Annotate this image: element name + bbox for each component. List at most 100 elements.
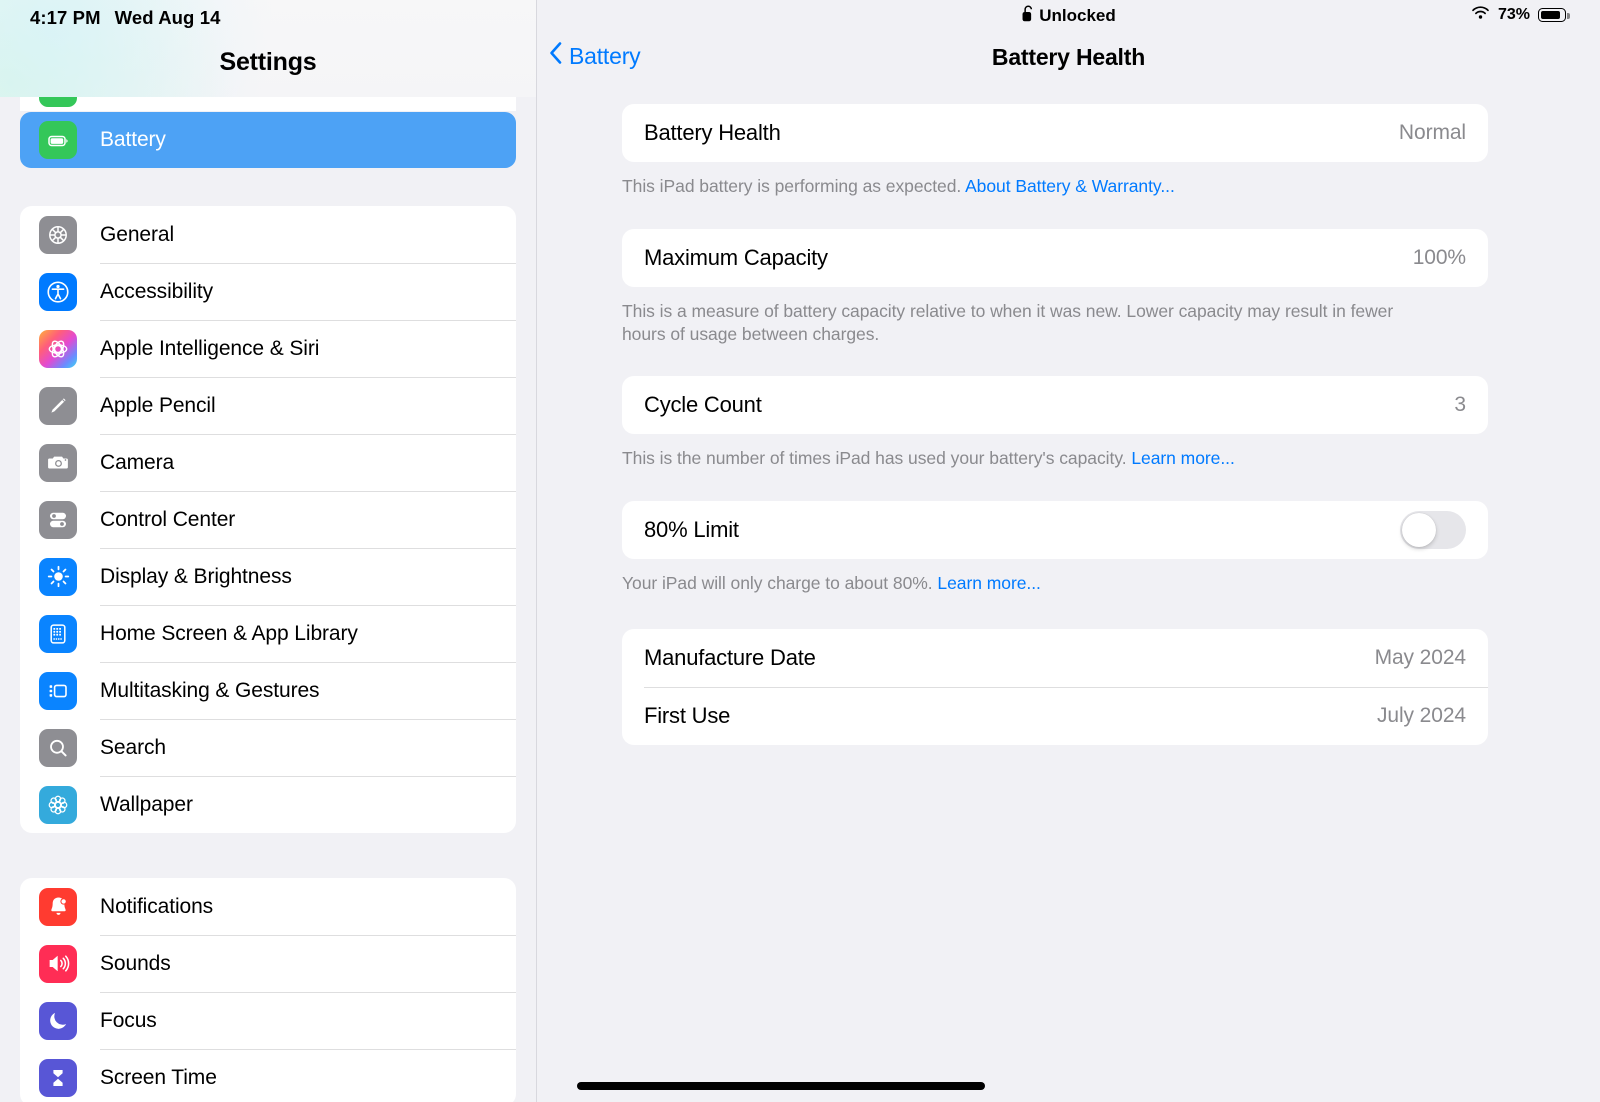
row-label: Cycle Count xyxy=(644,391,762,417)
row-label: 80% Limit xyxy=(644,516,739,542)
status-time: 4:17 PM xyxy=(30,7,101,28)
nav-title: Battery Health xyxy=(991,44,1146,70)
sidebar-item-label: Battery xyxy=(100,128,166,151)
row-manufacture-date[interactable]: Manufacture Date May 2024 xyxy=(622,629,1488,687)
sidebar-item-label: Apple Intelligence & Siri xyxy=(100,336,320,360)
row-value: May 2024 xyxy=(1374,646,1467,670)
sidebar-item-apple-pencil[interactable]: Apple Pencil xyxy=(20,377,516,434)
sidebar-group-system: General Accessibility Apple Intelligence… xyxy=(20,206,516,833)
sidebar-item-label: Search xyxy=(100,735,166,759)
sidebar-item-label: Sounds xyxy=(100,951,171,975)
status-bar-right: Unlocked 73% xyxy=(537,0,1600,32)
eighty-percent-limit-toggle[interactable] xyxy=(1400,510,1466,549)
row-label: Manufacture Date xyxy=(644,645,816,671)
sidebar-item-focus[interactable]: Focus xyxy=(20,992,516,1049)
wifi-icon xyxy=(1471,5,1490,25)
sidebar-item-apple-intelligence-siri[interactable]: Apple Intelligence & Siri xyxy=(20,320,516,377)
sidebar-item-battery[interactable]: Battery xyxy=(20,112,516,168)
about-battery-warranty-link[interactable]: About Battery & Warranty... xyxy=(965,176,1175,196)
row-value: Normal xyxy=(1398,121,1466,144)
sidebar-item-sounds[interactable]: Sounds xyxy=(20,935,516,992)
sidebar-item-label: Multitasking & Gestures xyxy=(100,678,320,702)
footnote-cycle-count: This is the number of times iPad has use… xyxy=(622,447,1422,471)
sidebar-item-label: Camera xyxy=(100,450,175,474)
sidebar-header: 4:17 PM Wed Aug 14 Settings xyxy=(0,0,536,97)
footnote-battery-health: This iPad battery is performing as expec… xyxy=(622,175,1422,199)
status-bar-left: 4:17 PM Wed Aug 14 xyxy=(30,7,220,29)
brightness-icon xyxy=(39,557,77,596)
speaker-icon xyxy=(39,944,77,983)
sidebar-item-screen-time[interactable]: Screen Time xyxy=(20,1049,516,1102)
learn-more-link-cycle-count[interactable]: Learn more... xyxy=(1131,448,1234,468)
sidebar-scroll-area[interactable]: Battery General Accessibility Apple Inte… xyxy=(0,97,536,1102)
row-maximum-capacity[interactable]: Maximum Capacity 100% xyxy=(622,229,1488,287)
sidebar-item-control-center[interactable]: Control Center xyxy=(20,491,516,548)
battery-icon xyxy=(39,121,77,159)
sidebar-item-partial-above[interactable] xyxy=(20,97,516,111)
moon-icon xyxy=(39,1001,77,1040)
row-label: Maximum Capacity xyxy=(644,244,828,270)
sidebar-item-label: Wallpaper xyxy=(100,792,193,816)
sidebar-item-display-brightness[interactable]: Display & Brightness xyxy=(20,548,516,605)
toggle-knob xyxy=(1402,512,1436,547)
footnote-text: This is a measure of battery capacity re… xyxy=(622,300,1394,345)
apple-intelligence-icon xyxy=(39,329,77,368)
sidebar-item-general[interactable]: General xyxy=(20,206,516,263)
row-label: Battery Health xyxy=(644,120,781,145)
sidebar-item-label: Home Screen & App Library xyxy=(100,621,358,645)
camera-icon xyxy=(39,443,77,482)
wallpaper-icon xyxy=(39,785,77,824)
sidebar-item-camera[interactable]: Camera xyxy=(20,434,516,491)
card-battery-health: Battery Health Normal xyxy=(622,104,1488,162)
sidebar-item-label: Display & Brightness xyxy=(100,564,292,588)
row-value: 3 xyxy=(1454,392,1466,416)
lock-status-label: Unlocked xyxy=(1039,6,1116,25)
home-screen-icon xyxy=(39,614,77,653)
row-cycle-count[interactable]: Cycle Count 3 xyxy=(622,376,1488,434)
row-first-use[interactable]: First Use July 2024 xyxy=(622,687,1488,745)
battery-health-pane: Unlocked 73% Battery Battery Health Batt… xyxy=(537,0,1600,1102)
row-battery-health[interactable]: Battery Health Normal xyxy=(622,104,1488,162)
accessibility-icon xyxy=(39,272,77,311)
battery-green-icon-partial xyxy=(39,97,77,107)
sidebar-item-multitasking-gestures[interactable]: Multitasking & Gestures xyxy=(20,662,516,719)
status-bar-indicators: 73% xyxy=(1471,5,1570,25)
ipad-settings-screen: 4:17 PM Wed Aug 14 Settings Battery Gene… xyxy=(0,0,1600,1102)
search-icon xyxy=(39,728,77,767)
footnote-text: This is the number of times iPad has use… xyxy=(622,447,1132,468)
lock-status: Unlocked xyxy=(1021,5,1116,27)
battery-status-icon xyxy=(1538,8,1570,22)
sidebar-item-home-screen-app-library[interactable]: Home Screen & App Library xyxy=(20,605,516,662)
settings-list: Battery Health Normal This iPad battery … xyxy=(537,104,1600,1102)
sidebar-item-label: Focus xyxy=(100,1008,157,1032)
sidebar-item-accessibility[interactable]: Accessibility xyxy=(20,263,516,320)
unlocked-padlock-icon xyxy=(1021,5,1034,27)
learn-more-link-eighty-limit[interactable]: Learn more... xyxy=(937,573,1040,593)
sidebar-item-label: Notifications xyxy=(100,894,214,918)
status-date: Wed Aug 14 xyxy=(114,7,221,28)
navigation-bar: Battery Battery Health xyxy=(537,38,1600,90)
footnote-text: This iPad battery is performing as expec… xyxy=(622,176,966,196)
pencil-icon xyxy=(39,386,77,425)
multitasking-icon xyxy=(39,671,77,710)
gear-icon xyxy=(39,215,77,254)
footnote-text: Your iPad will only charge to about 80%. xyxy=(622,572,938,593)
row-value: 100% xyxy=(1412,245,1466,269)
row-value: July 2024 xyxy=(1377,704,1466,728)
battery-percent-label: 73% xyxy=(1497,6,1530,23)
sidebar-item-notifications[interactable]: Notifications xyxy=(20,878,516,935)
battery-fill xyxy=(1540,11,1560,19)
control-center-icon xyxy=(39,500,77,539)
sidebar-item-wallpaper[interactable]: Wallpaper xyxy=(20,776,516,833)
home-indicator[interactable] xyxy=(577,1082,985,1090)
footnote-eighty-percent-limit: Your iPad will only charge to about 80%.… xyxy=(622,572,1422,596)
sidebar-item-search[interactable]: Search xyxy=(20,719,516,776)
card-battery-dates: Manufacture Date May 2024 First Use July… xyxy=(622,629,1488,746)
settings-sidebar: 4:17 PM Wed Aug 14 Settings Battery Gene… xyxy=(0,0,537,1102)
row-eighty-percent-limit[interactable]: 80% Limit xyxy=(622,501,1488,559)
